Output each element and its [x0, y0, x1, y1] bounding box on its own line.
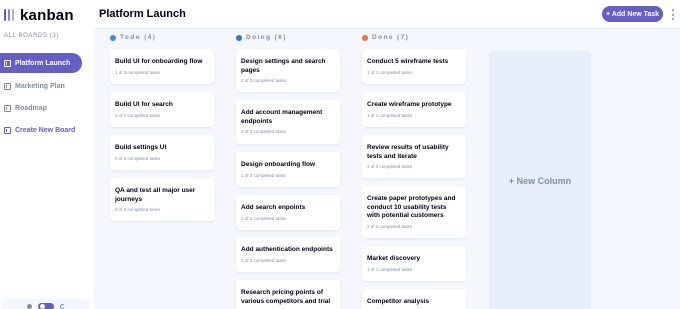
sidebar-item-label: Marketing Plan — [15, 82, 65, 90]
task-card[interactable]: Add account management endpoints 2 of 3 … — [236, 100, 340, 144]
task-card[interactable]: Review results of usability tests and it… — [362, 135, 466, 178]
task-title: Add account management endpoints — [241, 109, 323, 125]
board-icon — [4, 104, 11, 112]
task-card[interactable]: Create paper prototypes and conduct 10 u… — [362, 186, 466, 238]
task-title: Build UI for search — [115, 101, 173, 108]
task-card[interactable]: Build UI for search 0 of 1 completed tas… — [110, 92, 214, 127]
task-subtasks: 1 of 1 completed tasks — [367, 69, 413, 75]
task-subtasks: 0 of 2 completed tasks — [115, 207, 161, 212]
task-subtasks: 1 of 3 completed tasks — [115, 69, 161, 75]
task-title: Build UI for onboarding flow — [115, 58, 203, 65]
task-title: Review results of usability tests and it… — [367, 144, 449, 160]
task-subtasks: 2 of 3 completed tasks — [241, 129, 287, 134]
page-title: Platform Launch — [99, 8, 186, 20]
sidebar-item-marketing-plan[interactable]: Marketing Plan — [0, 76, 65, 96]
task-subtasks: 2 of 2 completed tasks — [367, 223, 413, 229]
task-subtasks: 3 of 3 completed tasks — [367, 164, 413, 169]
task-subtasks: 1 of 1 completed tasks — [367, 112, 413, 118]
sidebar: kanban ALL BOARDS (3) Platform Launch Ma… — [0, 0, 94, 309]
task-card[interactable]: Design settings and search pages 2 of 3 … — [236, 49, 340, 92]
create-new-board-button[interactable]: Create New Board — [0, 120, 75, 140]
task-card[interactable]: Add authentication endpoints 1 of 2 comp… — [236, 237, 340, 272]
column-header: Done (7) — [362, 34, 409, 41]
task-card[interactable]: Design onboarding flow 1 of 3 completed … — [236, 152, 340, 187]
column-doing: Doing (6) Design settings and search pag… — [236, 29, 340, 309]
board-icon — [4, 126, 11, 134]
task-subtasks: 1 of 3 completed tasks — [241, 172, 287, 178]
board-icon — [4, 59, 11, 67]
app-name: kanban — [20, 6, 74, 24]
brand: kanban — [4, 6, 74, 24]
task-card[interactable]: Add search enpoints 1 of 2 completed tas… — [236, 195, 340, 230]
task-subtasks: 0 of 2 completed tasks — [115, 155, 161, 161]
sidebar-item-roadmap[interactable]: Roadmap — [0, 98, 47, 118]
boards-heading: ALL BOARDS (3) — [4, 33, 59, 39]
column-header: Todo (4) — [110, 34, 156, 41]
create-board-label: Create New Board — [15, 126, 76, 134]
column-title: Todo (4) — [120, 34, 157, 41]
task-title: Research pricing points of various compe… — [241, 289, 331, 305]
task-subtasks: 1 of 2 completed tasks — [241, 257, 287, 263]
header: Platform Launch + Add New Task — [94, 0, 680, 29]
task-title: Market discovery — [367, 255, 421, 262]
task-card[interactable]: Competitor analysis — [362, 289, 466, 309]
moon-icon — [60, 303, 65, 309]
task-card[interactable]: Market discovery 1 of 1 completed tasks — [362, 246, 466, 281]
task-title: Competitor analysis — [367, 298, 430, 305]
task-title: QA and test all major user journeys — [115, 187, 196, 203]
status-dot-icon — [362, 34, 368, 41]
task-title: Add search enpoints — [241, 204, 306, 211]
task-card[interactable]: Create wireframe prototype 1 of 1 comple… — [362, 92, 466, 127]
task-card[interactable]: Research pricing points of various compe… — [236, 280, 340, 309]
kanban-logo-icon — [4, 9, 14, 21]
status-dot-icon — [236, 34, 242, 41]
task-title: Create wireframe prototype — [367, 101, 452, 108]
task-card[interactable]: Conduct 5 wireframe tests 1 of 1 complet… — [362, 49, 466, 84]
sun-icon — [27, 303, 32, 309]
task-title: Conduct 5 wireframe tests — [367, 58, 449, 65]
column-title: Doing (6) — [246, 34, 287, 41]
new-column-button[interactable]: + New Column — [489, 50, 591, 309]
task-subtasks: 0 of 1 completed tasks — [115, 112, 161, 118]
sidebar-item-label: Roadmap — [15, 104, 47, 112]
task-title: Build settings UI — [115, 144, 167, 151]
task-subtasks: 1 of 2 completed tasks — [241, 215, 287, 221]
task-subtasks: 2 of 3 completed tasks — [241, 78, 287, 83]
task-title: Create paper prototypes and conduct 10 u… — [367, 195, 456, 219]
status-dot-icon — [110, 34, 116, 41]
task-subtasks: 1 of 1 completed tasks — [367, 266, 413, 272]
theme-toggle[interactable] — [38, 302, 54, 309]
column-done: Done (7) Conduct 5 wireframe tests 1 of … — [362, 29, 466, 309]
task-title: Add authentication endpoints — [241, 246, 333, 253]
task-card[interactable]: Build settings UI 0 of 2 completed tasks — [110, 135, 214, 170]
board-icon — [4, 82, 11, 90]
sidebar-item-platform-launch[interactable]: Platform Launch — [0, 53, 82, 73]
column-todo: Todo (4) Build UI for onboarding flow 1 … — [110, 29, 214, 309]
add-new-task-button[interactable]: + Add New Task — [602, 6, 663, 22]
task-card[interactable]: QA and test all major user journeys 0 of… — [110, 178, 214, 221]
theme-switcher — [2, 299, 90, 309]
vertical-ellipsis-icon[interactable] — [670, 9, 676, 20]
column-title: Done (7) — [372, 34, 410, 41]
sidebar-item-label: Platform Launch — [15, 59, 71, 67]
task-card[interactable]: Build UI for onboarding flow 1 of 3 comp… — [110, 49, 214, 84]
column-header: Doing (6) — [236, 34, 287, 41]
task-title: Design onboarding flow — [241, 161, 316, 168]
task-title: Design settings and search pages — [241, 58, 326, 74]
